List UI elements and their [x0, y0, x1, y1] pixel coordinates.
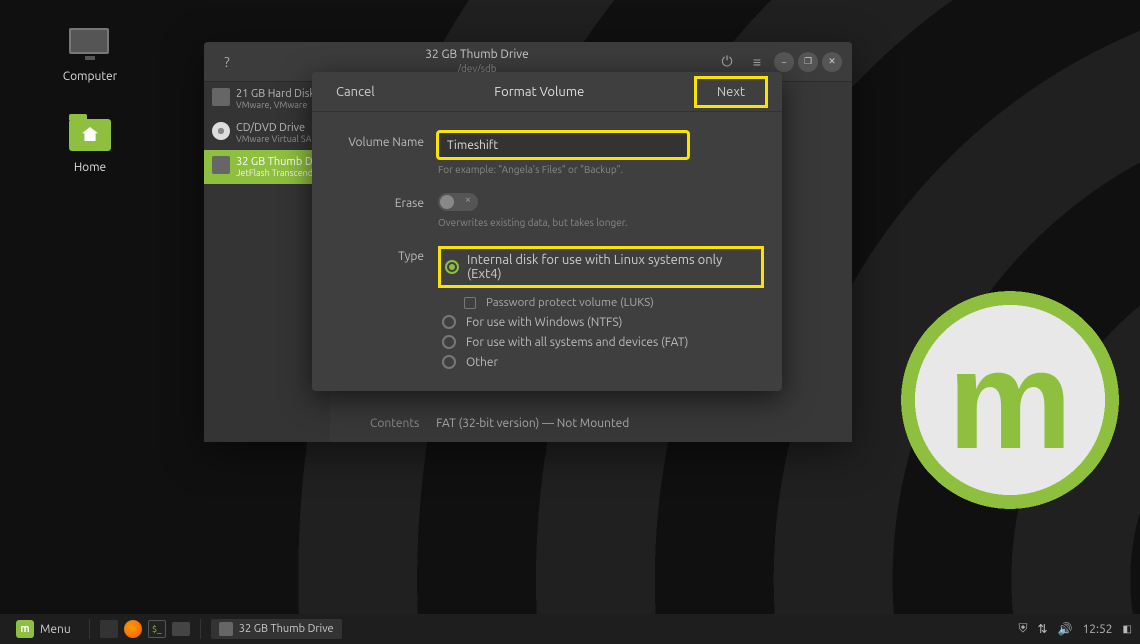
desktop-icon-home[interactable]: Home: [50, 119, 130, 174]
minimize-button[interactable]: –: [774, 52, 794, 72]
type-option-label: For use with Windows (NTFS): [466, 316, 622, 329]
task-label: 32 GB Thumb Drive: [239, 623, 334, 635]
desktop-icon-label: Home: [74, 161, 106, 174]
cancel-button[interactable]: Cancel: [326, 81, 385, 103]
terminal-icon[interactable]: $_: [148, 620, 166, 638]
volume-name-label: Volume Name: [330, 132, 424, 149]
disk-icon: [219, 622, 233, 636]
type-option-label: Other: [466, 356, 498, 369]
contents-line: Contents FAT (32-bit version) — Not Moun…: [370, 417, 629, 430]
type-option-ntfs[interactable]: For use with Windows (NTFS): [442, 315, 764, 329]
erase-label: Erase: [330, 193, 424, 210]
checkbox-icon: [464, 297, 476, 309]
window-title: 32 GB Thumb Drive /dev/sdb: [240, 48, 714, 74]
clock[interactable]: 12:52: [1083, 623, 1113, 636]
mint-icon: m: [16, 620, 34, 638]
files-icon[interactable]: [172, 622, 190, 636]
separator: [200, 619, 201, 639]
monitor-icon: [69, 28, 109, 54]
usb-icon: [212, 156, 230, 174]
taskbar: m Menu $_ 32 GB Thumb Drive ⛨ ⇅ 🔊 12:52 …: [0, 614, 1140, 644]
cd-icon: [212, 122, 230, 140]
erase-hint: Overwrites existing data, but takes long…: [438, 217, 764, 228]
power-icon[interactable]: ⏻: [714, 49, 740, 75]
shield-icon[interactable]: ⛨: [1018, 622, 1027, 636]
type-option-label: Password protect volume (LUKS): [486, 296, 654, 309]
menu-label: Menu: [40, 623, 71, 636]
type-option-label: Internal disk for use with Linux systems…: [467, 253, 755, 281]
show-desktop-button[interactable]: [100, 620, 118, 638]
folder-icon: [69, 119, 111, 151]
type-option-ext4[interactable]: Internal disk for use with Linux systems…: [438, 246, 764, 288]
hamburger-icon[interactable]: ≡: [744, 49, 770, 75]
volume-name-input[interactable]: [438, 132, 688, 158]
type-option-luks[interactable]: Password protect volume (LUKS): [464, 296, 764, 309]
erase-toggle[interactable]: ×: [438, 193, 478, 211]
firefox-icon[interactable]: [124, 620, 142, 638]
network-icon[interactable]: ⇅: [1038, 622, 1048, 636]
hdd-icon: [212, 88, 230, 106]
volume-name-hint: For example: "Angela's Files" or "Backup…: [438, 164, 764, 175]
radio-icon: [445, 260, 459, 274]
volume-icon[interactable]: 🔊: [1058, 622, 1073, 636]
tray-toggle-icon[interactable]: ◧: [1123, 623, 1132, 635]
type-option-label: For use with all systems and devices (FA…: [466, 336, 688, 349]
desktop-icons: Computer Home: [50, 28, 130, 174]
radio-icon: [442, 355, 456, 369]
next-button[interactable]: Next: [694, 76, 768, 108]
type-option-other[interactable]: Other: [442, 355, 764, 369]
system-tray: ⛨ ⇅ 🔊 12:52 ◧: [1018, 622, 1132, 636]
help-icon[interactable]: ?: [214, 49, 240, 75]
format-volume-dialog: Cancel Format Volume Next Volume Name Fo…: [312, 72, 782, 391]
taskbar-task-disks[interactable]: 32 GB Thumb Drive: [211, 619, 342, 639]
close-button[interactable]: ✕: [822, 52, 842, 72]
maximize-button[interactable]: ❐: [798, 52, 818, 72]
menu-button[interactable]: m Menu: [8, 620, 79, 638]
separator: [89, 619, 90, 639]
mint-logo-wallpaper: m: [870, 260, 1140, 540]
close-icon: ×: [465, 194, 471, 206]
dialog-title: Format Volume: [385, 85, 694, 99]
radio-icon: [442, 335, 456, 349]
radio-icon: [442, 315, 456, 329]
desktop-icon-computer[interactable]: Computer: [50, 28, 130, 83]
type-option-fat[interactable]: For use with all systems and devices (FA…: [442, 335, 764, 349]
dialog-header: Cancel Format Volume Next: [312, 72, 782, 112]
type-label: Type: [330, 246, 424, 263]
desktop-icon-label: Computer: [63, 70, 117, 83]
